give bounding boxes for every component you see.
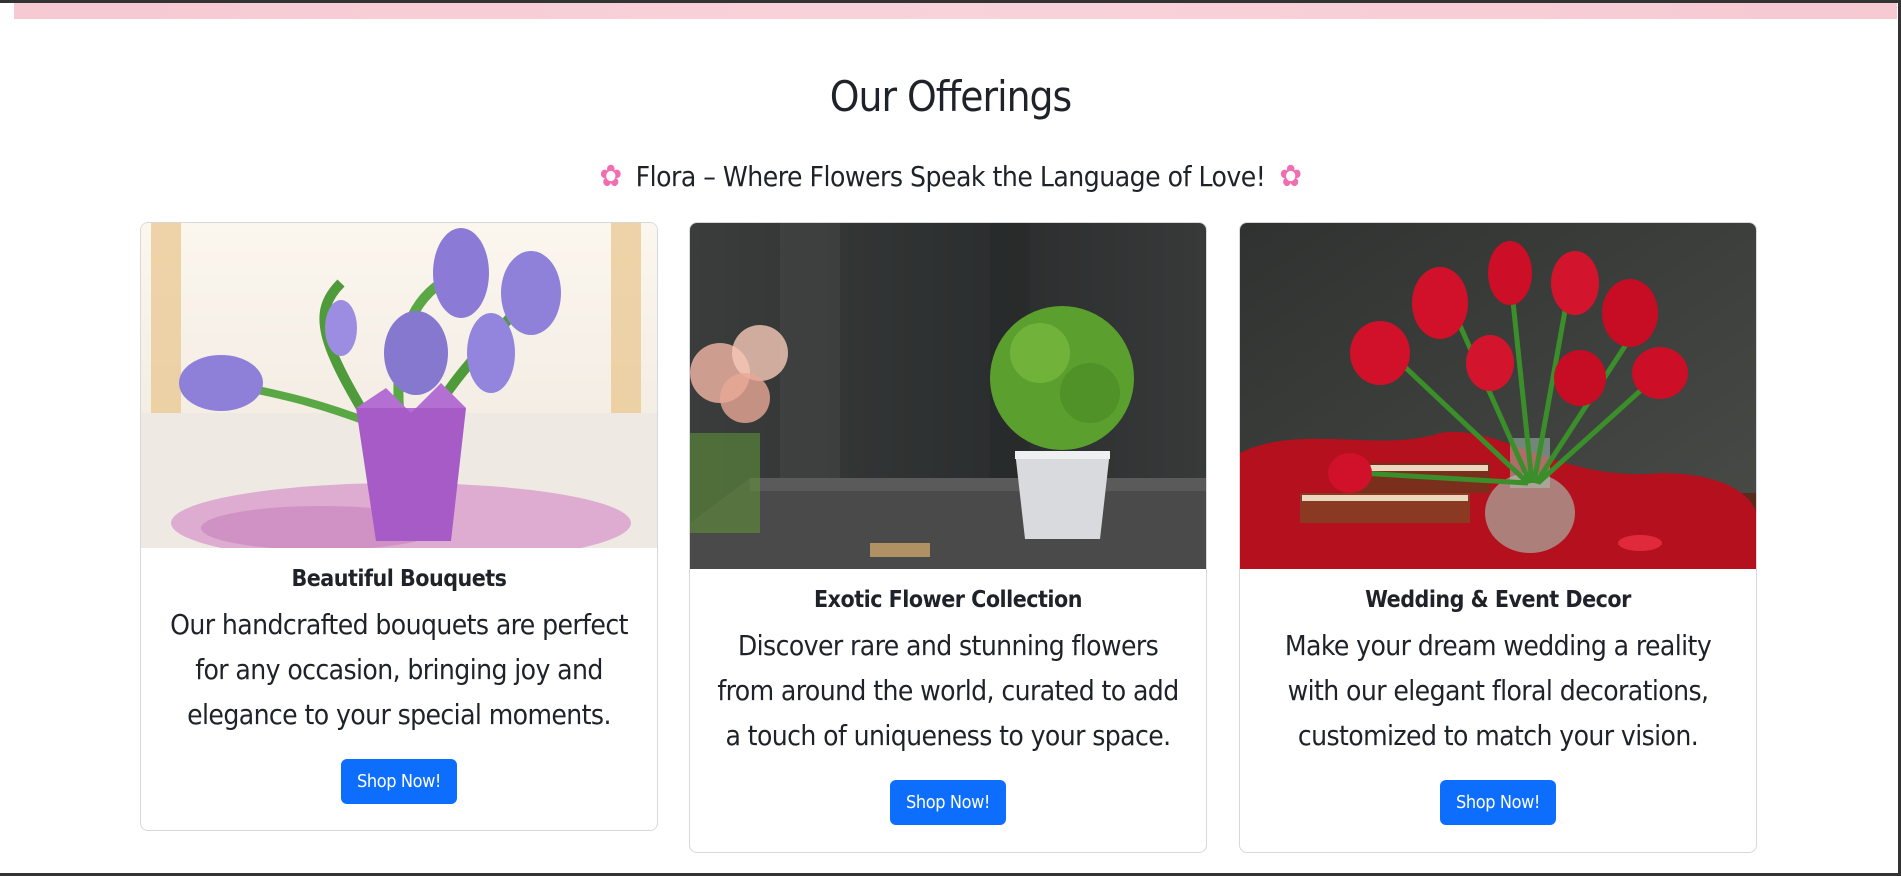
exotic-flowers-image [690,223,1206,569]
section-tagline: ✿ Flora – Where Flowers Speak the Langua… [0,160,1901,193]
card-description: Make your dream wedding a reality with o… [1284,629,1712,752]
wedding-decor-image [1240,223,1756,569]
offering-card-wedding: Wedding & Event Decor Make your dream we… [1239,222,1757,853]
shop-now-button[interactable]: Shop Now! [1439,780,1557,825]
section-title: Our Offerings [829,72,1072,121]
cherry-blossom-icon: ✿ [599,158,622,194]
bouquets-image [141,223,657,548]
card-body: Wedding & Event Decor Make your dream we… [1240,569,1756,825]
shop-now-button[interactable]: Shop Now! [340,759,458,804]
shop-now-button[interactable]: Shop Now! [889,780,1007,825]
header-band [14,3,1897,19]
card-description: Our handcrafted bouquets are perfect for… [170,608,628,731]
card-body: Exotic Flower Collection Discover rare a… [690,569,1206,825]
card-title: Wedding & Event Decor [1365,587,1631,613]
card-body: Beautiful Bouquets Our handcrafted bouqu… [141,548,657,804]
card-title: Exotic Flower Collection [814,587,1082,613]
offering-card-exotic: Exotic Flower Collection Discover rare a… [689,222,1207,853]
offering-card-bouquets: Beautiful Bouquets Our handcrafted bouqu… [140,222,658,831]
cherry-blossom-icon: ✿ [1279,158,1302,194]
card-description: Discover rare and stunning flowers from … [717,629,1179,752]
card-title: Beautiful Bouquets [291,566,507,592]
tagline-text: Flora – Where Flowers Speak the Language… [635,160,1266,193]
